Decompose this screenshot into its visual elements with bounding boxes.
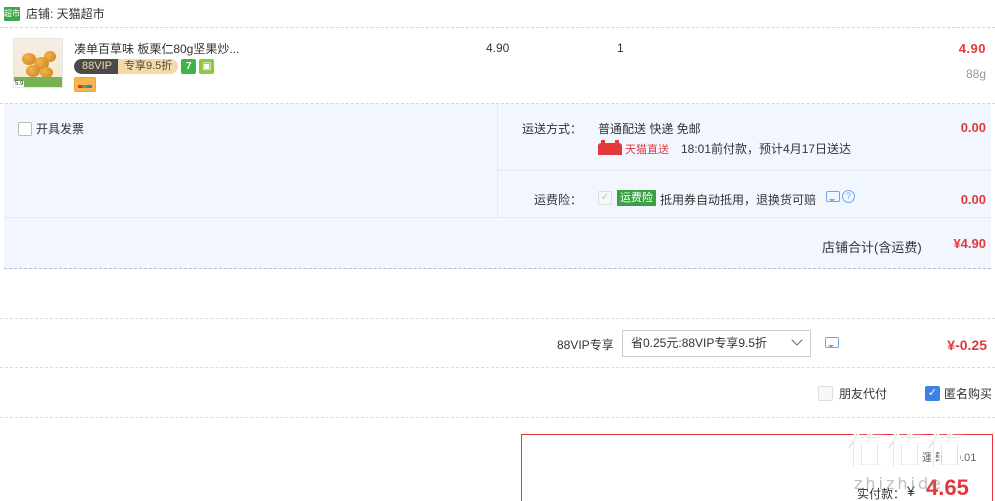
insurance-fee: 0.00 (960, 192, 986, 207)
item-badges: 88VIP 专享9.5折 7 ▣ (74, 58, 215, 74)
friend-pay-checkbox[interactable] (818, 386, 833, 401)
tmall-supermarket-icon: 超市 (4, 6, 20, 21)
divider (497, 170, 991, 171)
anonymous-label: 匿名购买 (944, 387, 993, 401)
insurance-checkbox[interactable]: ✓ (598, 191, 612, 205)
chat-icon[interactable] (826, 191, 840, 202)
tmall-direct-label: 天猫直送 (625, 143, 669, 156)
chat-icon[interactable] (825, 337, 839, 348)
actual-payment-label: 实付款： (857, 487, 906, 501)
friend-pay-option[interactable]: 朋友代付 (818, 385, 887, 402)
unit-price: 4.90 (486, 41, 510, 55)
invoice-checkbox[interactable] (18, 121, 32, 136)
payment-sub-label: 運費：0.01 (922, 452, 977, 464)
friend-pay-label: 朋友代付 (839, 387, 888, 401)
vip-discount-badge: 88VIP 专享9.5折 (74, 58, 179, 74)
delivery-estimate: 18:01前付款，预计4月17日送达 (681, 142, 852, 156)
divider (4, 217, 991, 218)
vip-discount-select[interactable]: 省0.25元:88VIP专享9.5折 (622, 330, 811, 357)
quantity: 1 (617, 41, 624, 55)
vip-select-value: 省0.25元:88VIP专享9.5折 (631, 336, 768, 350)
order-item-row: 5.9 凑单百草味 板栗仁80g坚果炒... 88VIP 专享9.5折 7 ▣ … (0, 28, 995, 104)
anonymous-checkbox[interactable]: ✓ (925, 386, 940, 401)
item-subtotal: 4.90 (958, 41, 986, 56)
help-icon[interactable]: ? (842, 190, 855, 203)
shop-header: 超市 店铺: 天猫超市 (0, 0, 995, 28)
tmall-direct-info: 天猫直送 18:01前付款，预计4月17日送达 (598, 139, 852, 157)
vip-discount-amount: ¥-0.25 (947, 337, 987, 353)
payment-summary-box: 運費：0.01 实付款： ¥ 4.65 (521, 434, 993, 501)
vip-discount-label: 88VIP专享 (557, 338, 614, 352)
product-thumbnail[interactable]: 5.9 (13, 38, 63, 88)
seven-day-return-icon[interactable]: 7 (181, 58, 197, 74)
divider (497, 104, 498, 217)
insurance-icons: ? (826, 190, 855, 203)
shipping-fee: 0.00 (960, 120, 986, 135)
vip-discount-row: 88VIP专享 省0.25元:88VIP专享9.5折 ¥-0.25 (0, 318, 995, 368)
shop-total-value: ¥4.90 (953, 236, 986, 251)
tmall-cat-icon (598, 139, 622, 155)
shipping-method: 普通配送 快递 免邮 (598, 122, 701, 136)
credit-card-icon[interactable] (74, 77, 96, 92)
actual-payment-amount: 4.65 (926, 475, 969, 500)
insurance-description: 抵用券自动抵用，退换货可赔 (660, 193, 817, 207)
thumb-price-tag: 5.9 (14, 81, 25, 87)
product-title[interactable]: 凑单百草味 板栗仁80g坚果炒... (74, 40, 239, 57)
insurance-label: 运费险： (534, 193, 583, 207)
extra-options-row: 朋友代付 ✓ 匿名购买 (0, 368, 995, 418)
shop-name[interactable]: 店铺: 天猫超市 (26, 5, 105, 22)
invoice-option[interactable]: 开具发票 (18, 120, 84, 137)
chevron-down-icon (791, 334, 803, 346)
guarantee-icon[interactable]: ▣ (199, 58, 215, 74)
shop-total-label: 店铺合计(含运费) (822, 240, 922, 255)
invoice-label: 开具发票 (36, 122, 85, 136)
order-options-panel: 开具发票 运送方式： 普通配送 快递 免邮 0.00 天猫直送 18:01前付款… (4, 104, 991, 269)
insurance-tag: 运费险 (617, 190, 656, 206)
item-weight: 88g (965, 67, 986, 81)
anonymous-buy-option[interactable]: ✓ 匿名购买 (925, 385, 992, 402)
shipping-label: 运送方式： (522, 122, 583, 136)
currency-symbol: ¥ (907, 483, 915, 499)
